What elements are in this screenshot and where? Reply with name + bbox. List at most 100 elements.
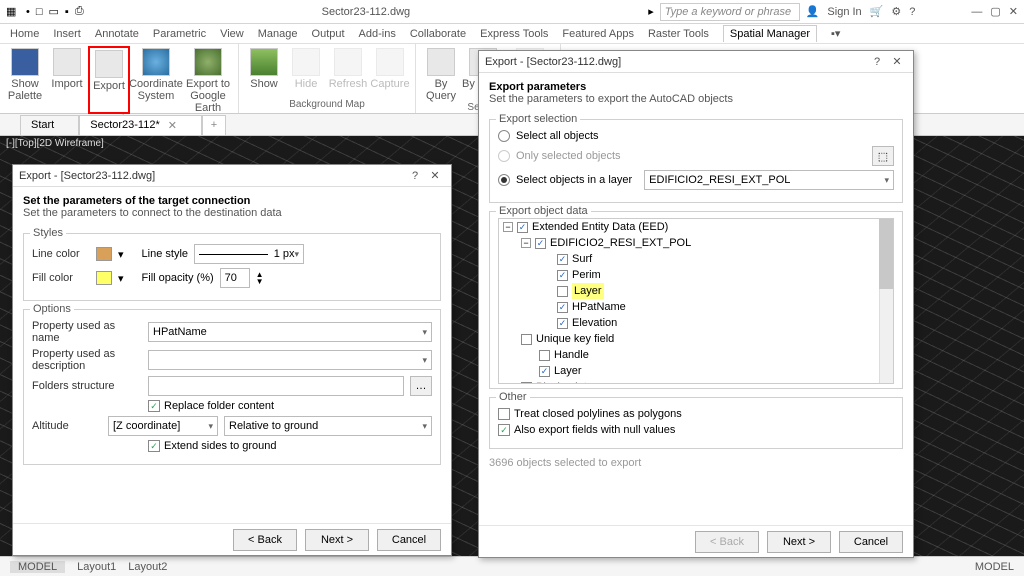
prop-name-label: Property used as name bbox=[32, 320, 142, 344]
tab-file[interactable]: Sector23-112*✕ bbox=[79, 115, 202, 135]
back-button[interactable]: < Back bbox=[233, 529, 297, 551]
ribbon-export-kml[interactable]: Export to Google Earth bbox=[182, 46, 234, 114]
select-objects-button[interactable]: ⬚ bbox=[872, 146, 894, 166]
dlg2-help-icon[interactable]: ? bbox=[867, 56, 887, 68]
fill-color-dd[interactable]: ▾ bbox=[118, 272, 124, 285]
dlg2-subheading: Set the parameters to export the AutoCAD… bbox=[489, 93, 733, 105]
menu-addins[interactable]: Add-ins bbox=[359, 28, 396, 40]
line-style-select[interactable]: 1 px bbox=[194, 244, 304, 264]
cancel-button-2[interactable]: Cancel bbox=[839, 531, 903, 553]
tab-close-icon[interactable]: ✕ bbox=[168, 119, 177, 132]
fill-color-label: Fill color bbox=[32, 272, 90, 284]
dlg-title: Export - [Sector23-112.dwg] bbox=[19, 170, 405, 182]
close-button[interactable]: ✕ bbox=[1009, 5, 1018, 18]
ribbon-sel-query[interactable]: By Query bbox=[420, 46, 462, 102]
help-icon[interactable]: ? bbox=[909, 6, 915, 18]
dlg-subheading: Set the parameters to connect to the des… bbox=[23, 207, 282, 219]
line-color-label: Line color bbox=[32, 248, 90, 260]
qa-sep: • bbox=[26, 6, 30, 18]
status-layout1[interactable]: Layout1 bbox=[77, 561, 116, 573]
radio-layer[interactable] bbox=[498, 174, 510, 186]
qa-open-icon[interactable]: ▭ bbox=[49, 5, 59, 18]
tab-start[interactable]: Start bbox=[20, 115, 79, 135]
status-model-tab[interactable]: MODEL bbox=[10, 561, 65, 573]
back-button-2: < Back bbox=[695, 531, 759, 553]
menu-manage[interactable]: Manage bbox=[258, 28, 298, 40]
prop-name-select[interactable]: HPatName bbox=[148, 322, 432, 342]
menu-home[interactable]: Home bbox=[10, 28, 39, 40]
status-bar: MODEL Layout1 Layout2 MODEL bbox=[0, 556, 1024, 576]
export-connection-dialog: Export - [Sector23-112.dwg] ? ✕ Set the … bbox=[12, 164, 452, 556]
ribbon-bg-hide: Hide bbox=[285, 46, 327, 99]
minimize-button[interactable]: — bbox=[971, 6, 982, 18]
next-button-2[interactable]: Next > bbox=[767, 531, 831, 553]
user-icon: 👤 bbox=[806, 5, 820, 18]
dlg-heading: Set the parameters of the target connect… bbox=[23, 195, 250, 207]
qa-save-icon[interactable]: ▪ bbox=[65, 6, 69, 18]
radio-all[interactable] bbox=[498, 130, 510, 142]
object-count: 3696 objects selected to export bbox=[489, 457, 903, 469]
maximize-button[interactable]: ▢ bbox=[990, 5, 1000, 18]
search-chevron-icon[interactable]: ▸ bbox=[648, 5, 654, 18]
altitude-mode-select[interactable]: Relative to ground bbox=[224, 416, 432, 436]
cart-icon[interactable]: 🛒 bbox=[870, 5, 884, 18]
line-color-dd[interactable]: ▾ bbox=[118, 248, 124, 261]
menu-collaborate[interactable]: Collaborate bbox=[410, 28, 466, 40]
ribbon-import[interactable]: Import bbox=[46, 46, 88, 114]
menu-spatial[interactable]: Spatial Manager bbox=[723, 25, 817, 42]
extend-checkbox[interactable]: ✓Extend sides to ground bbox=[148, 440, 277, 452]
prop-desc-select[interactable] bbox=[148, 350, 432, 370]
viewport-label[interactable]: [-][Top][2D Wireframe] bbox=[6, 138, 104, 149]
dlg2-close-icon[interactable]: ✕ bbox=[887, 55, 907, 68]
qa-print-icon[interactable]: ⎙ bbox=[75, 5, 84, 18]
menu-express[interactable]: Express Tools bbox=[480, 28, 548, 40]
menu-featured[interactable]: Featured Apps bbox=[562, 28, 634, 40]
next-button[interactable]: Next > bbox=[305, 529, 369, 551]
quick-access-toolbar: ▦ • □ ▭ ▪ ⎙ Sector23-112.dwg ▸ Type a ke… bbox=[0, 0, 1024, 24]
layer-select[interactable]: EDIFICIO2_RESI_EXT_POL bbox=[644, 170, 894, 190]
ribbon-group-bgmap: Background Map bbox=[243, 99, 411, 111]
search-input[interactable]: Type a keyword or phrase bbox=[660, 3, 800, 21]
cancel-button[interactable]: Cancel bbox=[377, 529, 441, 551]
fill-color-swatch[interactable] bbox=[96, 271, 112, 285]
line-style-label: Line style bbox=[142, 248, 188, 260]
prop-desc-label: Property used as description bbox=[32, 348, 142, 372]
qa-new-icon[interactable]: □ bbox=[36, 6, 43, 18]
line-color-swatch[interactable] bbox=[96, 247, 112, 261]
poly-checkbox[interactable]: Treat closed polylines as polygons bbox=[498, 408, 682, 420]
tree-scrollbar[interactable] bbox=[879, 219, 893, 383]
export-sel-legend: Export selection bbox=[496, 113, 580, 125]
menu-parametric[interactable]: Parametric bbox=[153, 28, 206, 40]
folders-browse-button[interactable]: … bbox=[410, 376, 432, 396]
fill-opacity-input[interactable]: 70 bbox=[220, 268, 250, 288]
menu-insert[interactable]: Insert bbox=[53, 28, 81, 40]
export-obj-legend: Export object data bbox=[496, 205, 591, 217]
ribbon-crs[interactable]: Coordinate System bbox=[130, 46, 182, 114]
folders-label: Folders structure bbox=[32, 380, 142, 392]
menu-output[interactable]: Output bbox=[312, 28, 345, 40]
ribbon-bg-refresh: Refresh bbox=[327, 46, 369, 99]
fill-opacity-spinner[interactable]: ▲▼ bbox=[256, 271, 264, 285]
menu-raster[interactable]: Raster Tools bbox=[648, 28, 709, 40]
tab-new[interactable]: + bbox=[202, 115, 226, 135]
menu-view[interactable]: View bbox=[220, 28, 244, 40]
status-layout2[interactable]: Layout2 bbox=[128, 561, 167, 573]
altitude-label: Altitude bbox=[32, 420, 102, 432]
dlg-close-icon[interactable]: ✕ bbox=[425, 169, 445, 182]
replace-checkbox[interactable]: ✓Replace folder content bbox=[148, 400, 274, 412]
ribbon-show-palette[interactable]: Show Palette bbox=[4, 46, 46, 114]
sign-in-link[interactable]: Sign In bbox=[827, 6, 861, 18]
fields-tree[interactable]: −Extended Entity Data (EED) −EDIFICIO2_R… bbox=[498, 218, 894, 384]
menu-annotate[interactable]: Annotate bbox=[95, 28, 139, 40]
folders-input[interactable] bbox=[148, 376, 404, 396]
app-icon: ▦ bbox=[6, 5, 20, 19]
share-icon[interactable]: ⚙ bbox=[891, 5, 901, 18]
export-params-dialog: Export - [Sector23-112.dwg] ? ✕ Export p… bbox=[478, 50, 914, 558]
ribbon-bg-show[interactable]: Show bbox=[243, 46, 285, 99]
altitude-source-select[interactable]: [Z coordinate] bbox=[108, 416, 218, 436]
nulls-checkbox[interactable]: ✓Also export fields with null values bbox=[498, 424, 675, 436]
ribbon-export[interactable]: Export bbox=[88, 46, 130, 114]
options-legend: Options bbox=[30, 303, 74, 315]
dlg-help-icon[interactable]: ? bbox=[405, 170, 425, 182]
menu-overflow-icon[interactable]: ▪▾ bbox=[831, 27, 840, 40]
